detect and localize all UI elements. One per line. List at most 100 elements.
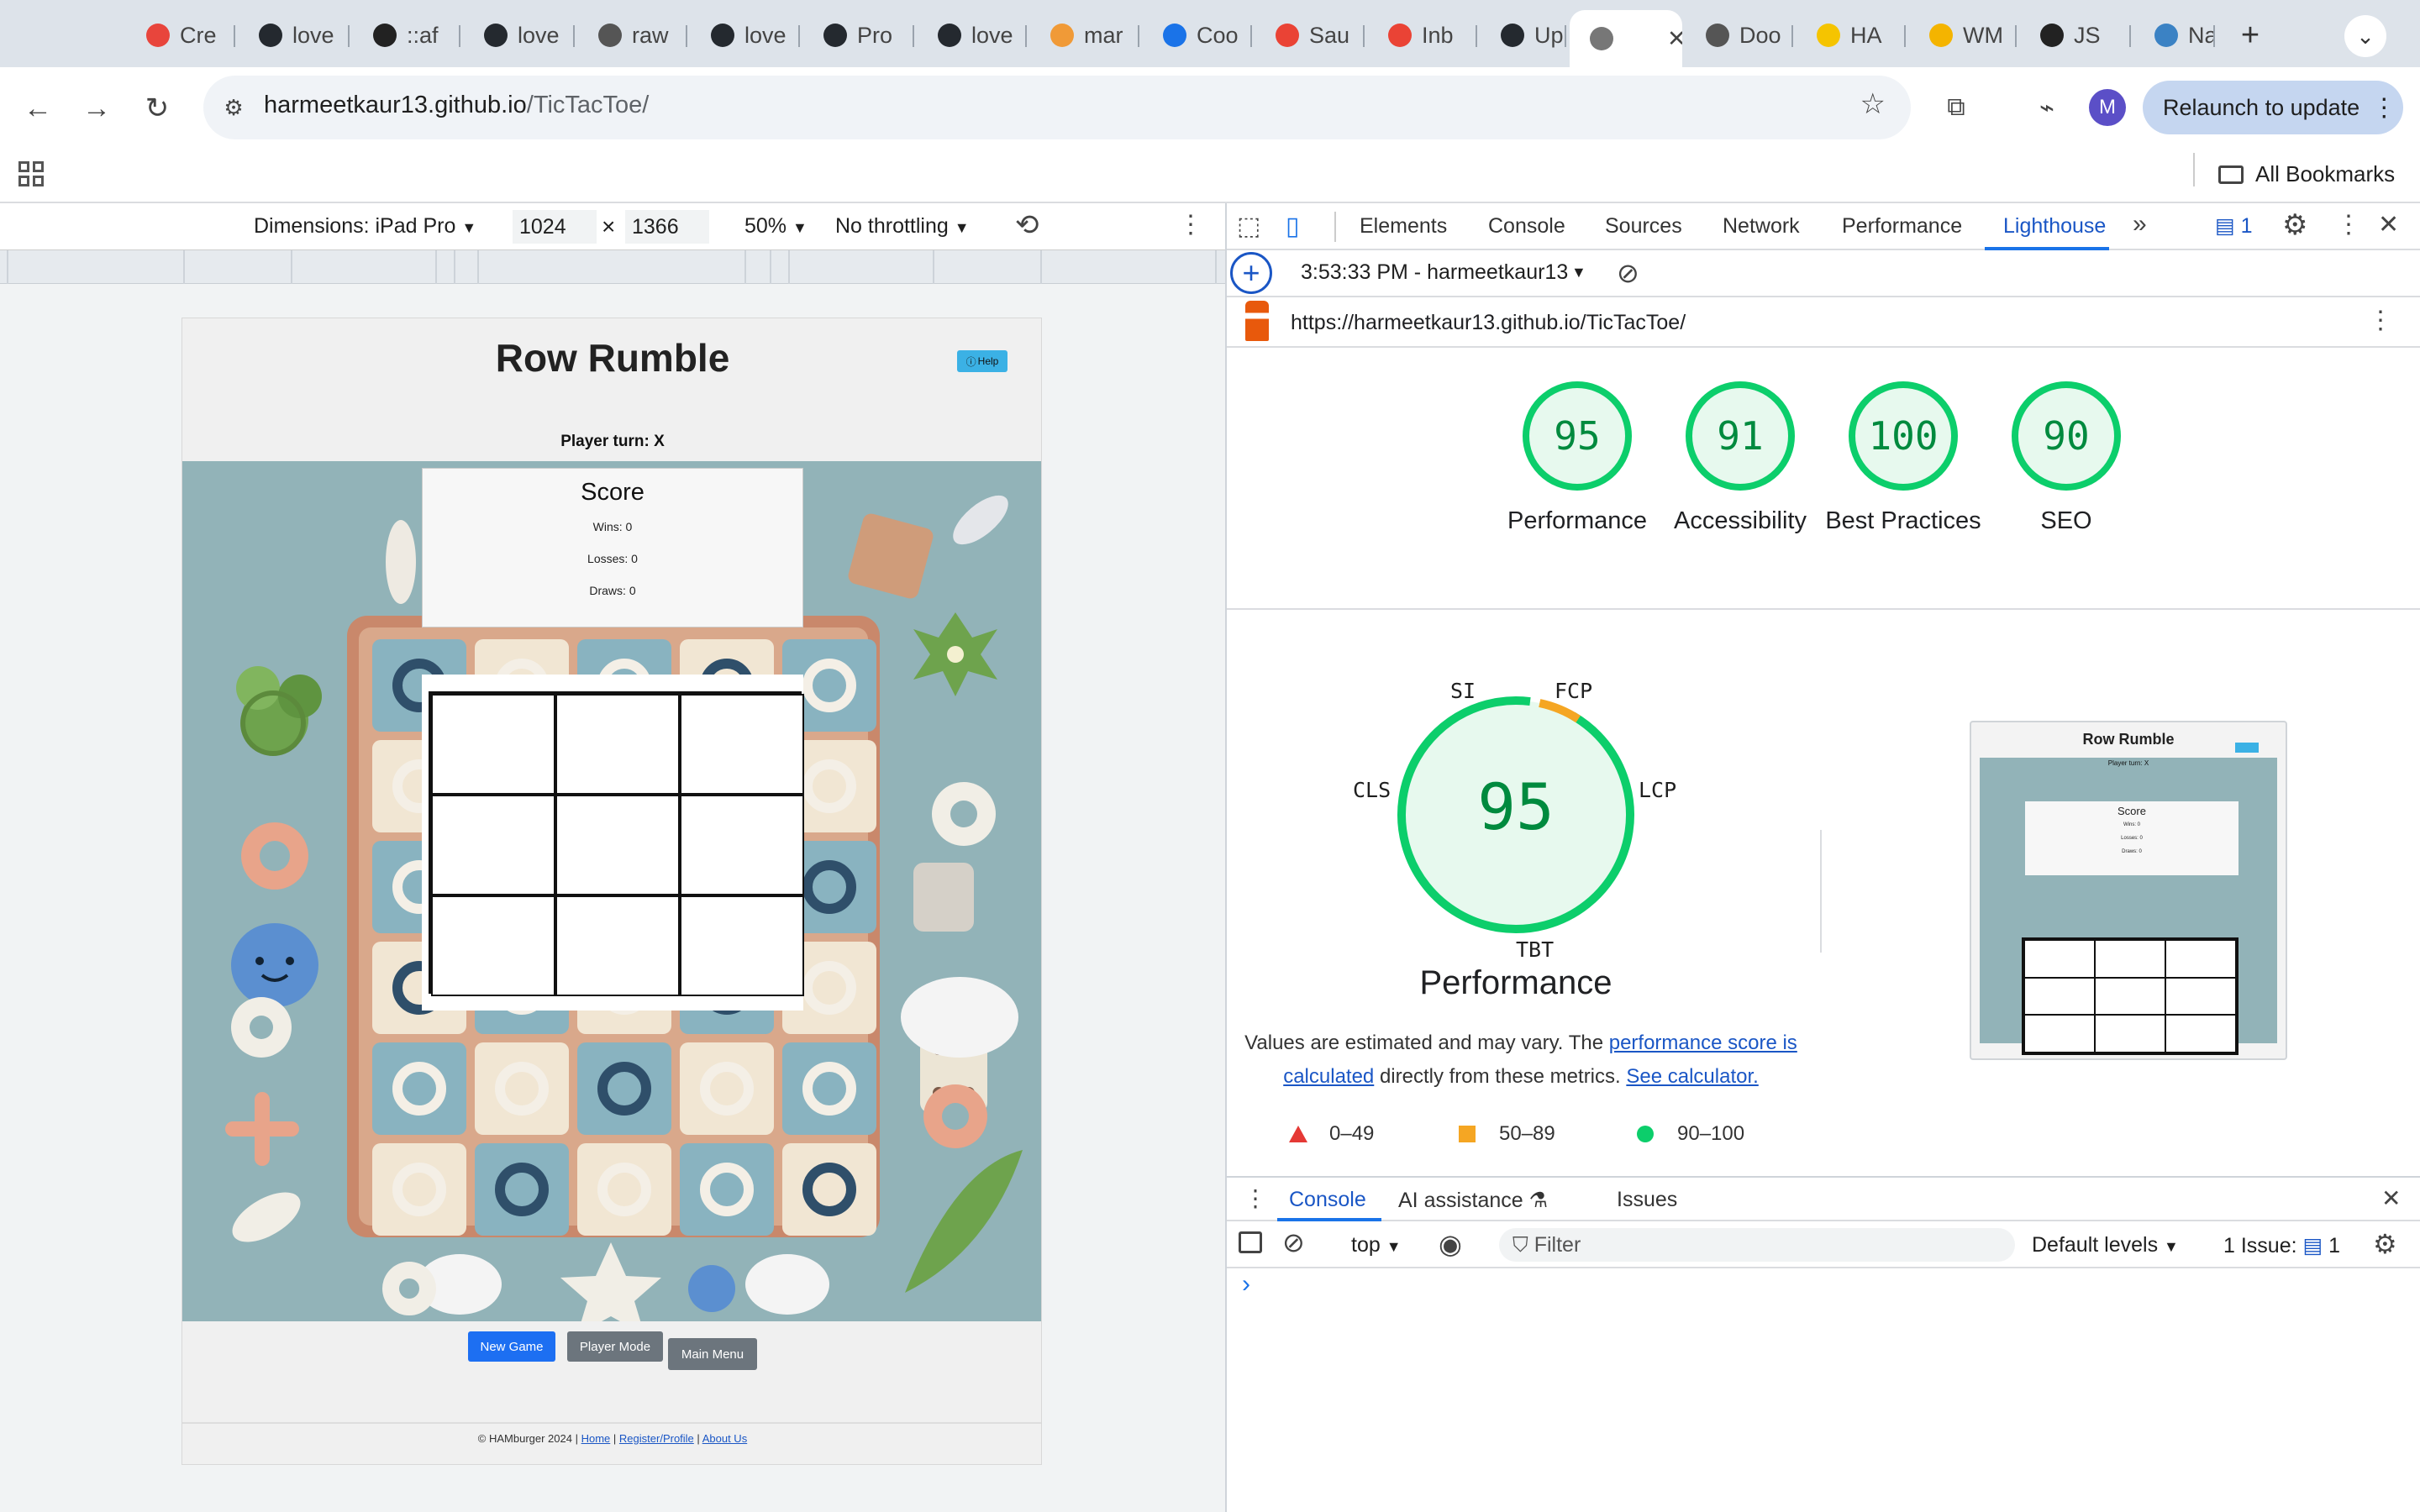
score-gauge[interactable]: 100 xyxy=(1849,381,1958,491)
board-cell[interactable] xyxy=(680,895,804,996)
tab-console[interactable]: Console xyxy=(1488,214,1565,239)
browser-tab[interactable]: Inb xyxy=(1368,12,1477,59)
bookmark-star-icon[interactable]: ☆ xyxy=(1860,87,1886,121)
browser-tab[interactable]: JS xyxy=(2020,12,2131,59)
footer-home-link[interactable]: Home xyxy=(581,1432,611,1445)
devtools-menu-icon[interactable]: ⋮ xyxy=(2336,210,2361,239)
close-drawer-icon[interactable]: ✕ xyxy=(2381,1184,2401,1212)
drawer-menu-icon[interactable]: ⋮ xyxy=(1244,1184,1267,1212)
throttle-select[interactable]: No throttling ▼ xyxy=(835,214,970,239)
report-menu-icon[interactable]: ⋮ xyxy=(2368,306,2393,335)
context-selector[interactable]: top ▼ xyxy=(1351,1233,1402,1257)
issues-badge[interactable]: ▤ 1 xyxy=(2215,213,2252,239)
browser-tab[interactable]: love xyxy=(239,12,350,59)
browser-tab[interactable]: ✕ xyxy=(1570,10,1682,67)
device-dimensions-select[interactable]: Dimensions: iPad Pro ▼ xyxy=(254,214,476,239)
browser-tab[interactable]: Nav xyxy=(2134,12,2215,59)
reload-icon[interactable]: ↻ xyxy=(136,87,178,129)
browser-tab[interactable]: love xyxy=(918,12,1027,59)
live-expression-eye-icon[interactable]: ◉ xyxy=(1439,1228,1462,1260)
forward-icon[interactable]: → xyxy=(76,87,118,129)
thumb-draws: Draws: 0 xyxy=(2122,849,2142,854)
browser-tab[interactable]: Doo xyxy=(1686,12,1793,59)
clear-console-icon[interactable]: ⊘ xyxy=(1282,1226,1305,1258)
report-selector[interactable]: 3:53:33 PM - harmeetkaur13 xyxy=(1301,260,1586,285)
url-text[interactable]: harmeetkaur13.github.io/TicTacToe/ xyxy=(264,92,649,119)
device-height-input[interactable]: 1366 xyxy=(625,210,709,244)
console-filter-input[interactable]: ⛉ Filter xyxy=(1499,1228,2015,1262)
console-prompt[interactable]: › xyxy=(1242,1270,1250,1299)
apps-grid-icon[interactable] xyxy=(18,161,44,186)
zoom-select[interactable]: 50% ▼ xyxy=(744,214,808,239)
board-cell[interactable] xyxy=(555,895,680,996)
inspect-element-icon[interactable]: ⬚ xyxy=(1237,212,1260,241)
avatar[interactable]: M xyxy=(2089,89,2126,126)
more-options-icon[interactable]: ⋮ xyxy=(1178,210,1203,239)
tab-sources[interactable]: Sources xyxy=(1605,214,1682,239)
close-devtools-icon[interactable]: ✕ xyxy=(2378,210,2399,239)
settings-gear-icon[interactable]: ⚙ xyxy=(2282,208,2307,242)
all-bookmarks[interactable]: All Bookmarks xyxy=(2218,161,2395,187)
tab-network[interactable]: Network xyxy=(1723,214,1800,239)
board-cell[interactable] xyxy=(431,895,555,996)
player-mode-button[interactable]: Player Mode xyxy=(567,1331,663,1362)
browser-tab[interactable]: raw xyxy=(578,12,687,59)
browser-tab[interactable]: ::af xyxy=(353,12,460,59)
footer-register-link[interactable]: Register/Profile xyxy=(619,1432,694,1445)
board-cell[interactable] xyxy=(555,795,680,895)
footer-about-link[interactable]: About Us xyxy=(702,1432,747,1445)
clear-reports-icon[interactable]: ⊘ xyxy=(1617,257,1639,289)
browser-tab[interactable]: Upl xyxy=(1481,12,1566,59)
relaunch-button[interactable]: Relaunch to update ⋮ xyxy=(2143,81,2403,134)
final-screenshot-thumbnail[interactable]: Row Rumble Player turn: X Score Wins: 0 … xyxy=(1970,721,2287,1060)
board-cell[interactable] xyxy=(431,795,555,895)
board-cell[interactable] xyxy=(555,694,680,795)
performance-extension-icon[interactable]: ⌁ xyxy=(2025,86,2069,129)
tab-lighthouse[interactable]: Lighthouse xyxy=(2003,214,2106,239)
browser-tab[interactable]: WM xyxy=(1909,12,2017,59)
new-report-plus-icon[interactable]: + xyxy=(1230,252,1272,294)
site-info-icon[interactable]: ⚙ xyxy=(217,91,250,124)
tab-elements[interactable]: Elements xyxy=(1360,214,1447,239)
score-wins: Wins: 0 xyxy=(592,520,633,533)
dropdown-arrow-icon[interactable]: ▼ xyxy=(1571,264,1586,281)
main-menu-button[interactable]: Main Menu xyxy=(668,1338,757,1370)
see-calculator-link[interactable]: See calculator. xyxy=(1626,1065,1758,1088)
browser-tab[interactable]: Pro xyxy=(803,12,914,59)
browser-tab[interactable]: HA xyxy=(1797,12,1906,59)
score-gauge[interactable]: 95 xyxy=(1523,381,1632,491)
board-cell[interactable] xyxy=(431,694,555,795)
device-toggle-icon[interactable]: ▯ xyxy=(1286,212,1300,241)
legend-pass-range: 90–100 xyxy=(1677,1122,1745,1145)
help-button[interactable]: ⓘ Help xyxy=(957,350,1007,372)
tab-performance[interactable]: Performance xyxy=(1842,214,1962,239)
back-icon[interactable]: ← xyxy=(17,87,59,129)
sidebar-toggle-icon[interactable] xyxy=(1239,1231,1262,1253)
tab-search-chevron-icon[interactable]: ⌄ xyxy=(2344,15,2386,57)
new-tab-plus-icon[interactable]: + xyxy=(2228,13,2272,57)
performance-gauge-value: 95 xyxy=(1477,769,1555,844)
new-game-button[interactable]: New Game xyxy=(468,1331,555,1362)
browser-tab[interactable]: Sau xyxy=(1255,12,1365,59)
browser-tab[interactable]: mar xyxy=(1030,12,1139,59)
score-gauge[interactable]: 90 xyxy=(2012,381,2121,491)
extensions-icon[interactable]: ⧉ xyxy=(1934,86,1978,129)
browser-tab[interactable]: Coo xyxy=(1143,12,1252,59)
rotate-icon[interactable]: ⟲ xyxy=(1015,208,1039,242)
score-gauge[interactable]: 91 xyxy=(1686,381,1795,491)
console-settings-gear-icon[interactable]: ⚙ xyxy=(2373,1228,2397,1260)
board-cell[interactable] xyxy=(680,795,804,895)
drawer-tab-ai-assistance[interactable]: AI assistance ⚗ xyxy=(1398,1188,1548,1213)
log-levels-select[interactable]: Default levels ▼ xyxy=(2032,1233,2179,1257)
board-cell[interactable] xyxy=(680,694,804,795)
drawer-tab-issues[interactable]: Issues xyxy=(1617,1188,1677,1212)
browser-tab[interactable]: Cre xyxy=(126,12,235,59)
drawer-tab-console[interactable]: Console xyxy=(1289,1188,1366,1212)
close-tab-icon[interactable]: ✕ xyxy=(1667,26,1682,52)
more-tabs-icon[interactable]: » xyxy=(2133,210,2147,239)
address-bar[interactable]: ⚙ harmeetkaur13.github.io/TicTacToe/ ☆ xyxy=(203,76,1911,139)
console-issues-counter[interactable]: 1 Issue: ▤ 1 xyxy=(2223,1233,2340,1258)
browser-tab[interactable]: love xyxy=(691,12,800,59)
device-width-input[interactable]: 1024 xyxy=(513,210,597,244)
browser-tab[interactable]: love xyxy=(464,12,575,59)
